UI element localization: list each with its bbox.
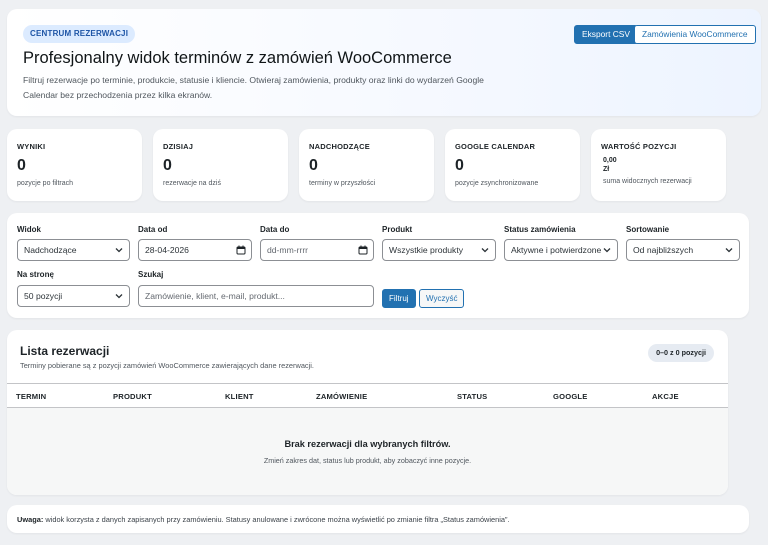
stat-value: 0,00 Zł — [603, 156, 617, 174]
stat-card-results: WYNIKI 0 pozycje po filtrach — [7, 129, 142, 201]
column-header-term[interactable]: TERMIN — [16, 392, 46, 401]
stat-sub: rezerwacje na dziś — [163, 180, 221, 187]
page-description: Filtruj rezerwacje po terminie, produkci… — [23, 75, 484, 100]
date-to-label: Data do — [260, 225, 290, 234]
sort-label: Sortowanie — [626, 225, 670, 234]
per-page-value: 50 pozycji — [24, 291, 63, 301]
order-status-select[interactable]: Aktywne i potwierdzone — [504, 239, 618, 261]
results-count-badge: 0–0 z 0 pozycji — [648, 344, 714, 362]
view-select-value: Nadchodzące — [24, 245, 77, 255]
order-status-label: Status zamówienia — [504, 225, 576, 234]
chevron-down-icon — [481, 248, 489, 253]
view-label: Widok — [17, 225, 41, 234]
sort-select-value: Od najbliższych — [633, 245, 694, 255]
stat-sub: pozycje zsynchronizowane — [455, 180, 539, 187]
stat-value-amount: 0,00 — [603, 157, 617, 164]
search-placeholder: Zamówienie, klient, e-mail, produkt... — [145, 291, 285, 301]
calendar-icon[interactable] — [236, 245, 246, 255]
view-select[interactable]: Nadchodzące — [17, 239, 130, 261]
column-header-actions: AKCJE — [652, 392, 679, 401]
stat-sub: pozycje po filtrach — [17, 180, 74, 187]
footer-note: Uwaga: widok korzysta z danych zapisanyc… — [7, 505, 749, 533]
stat-label: GOOGLE CALENDAR — [455, 142, 536, 151]
stat-label: NADCHODZĄCE — [309, 142, 370, 151]
empty-state-title: Brak rezerwacji dla wybranych filtrów. — [284, 439, 451, 449]
stat-value: 0 — [309, 157, 318, 174]
column-header-client[interactable]: KLIENT — [225, 392, 254, 401]
stat-value: 0 — [17, 157, 26, 174]
page-header: CENTRUM REZERWACJI Profesjonalny widok t… — [7, 9, 761, 116]
chevron-down-icon — [603, 248, 611, 253]
stat-card-google-calendar: GOOGLE CALENDAR 0 pozycje zsynchronizowa… — [445, 129, 580, 201]
table-header: TERMIN PRODUKT KLIENT ZAMÓWIENIE STATUS … — [7, 383, 728, 408]
filters-panel: Widok Nadchodzące Data od 28-04-2026 Dat… — [7, 213, 749, 318]
chevron-down-icon — [115, 294, 123, 299]
list-title: Lista rezerwacji — [20, 344, 110, 358]
stat-label: WYNIKI — [17, 142, 46, 151]
stat-value: 0 — [455, 157, 464, 174]
column-header-product[interactable]: PRODUKT — [113, 392, 152, 401]
date-from-input[interactable]: 28-04-2026 — [138, 239, 252, 261]
search-input[interactable]: Zamówienie, klient, e-mail, produkt... — [138, 285, 374, 307]
column-header-google[interactable]: GOOGLE — [553, 392, 588, 401]
product-select-value: Wszystkie produkty — [389, 245, 464, 255]
reservations-list: Lista rezerwacji Terminy pobierane są z … — [7, 330, 728, 495]
section-badge: CENTRUM REZERWACJI — [23, 25, 136, 43]
stat-label: DZISIAJ — [163, 142, 194, 151]
note-label: Uwaga: — [17, 515, 44, 524]
sort-select[interactable]: Od najbliższych — [626, 239, 740, 261]
note-text: Uwaga: widok korzysta z danych zapisanyc… — [17, 515, 510, 524]
page-title: Profesjonalny widok terminów z zamówień … — [23, 49, 452, 67]
stat-sub: suma widocznych rezerwacji — [603, 178, 692, 185]
empty-state-text: Zmień zakres dat, status lub produkt, ab… — [263, 456, 472, 465]
date-to-input[interactable]: dd-mm-rrrr — [260, 239, 374, 261]
woocommerce-orders-button[interactable]: Zamówienia WooCommerce — [634, 25, 756, 44]
column-header-order[interactable]: ZAMÓWIENIE — [316, 392, 367, 401]
date-from-label: Data od — [138, 225, 168, 234]
chevron-down-icon — [115, 248, 123, 253]
stat-label: WARTOŚĆ POZYCJI — [601, 142, 677, 151]
stat-card-today: DZISIAJ 0 rezerwacje na dziś — [153, 129, 288, 201]
search-label: Szukaj — [138, 270, 164, 279]
date-from-value: 28-04-2026 — [145, 245, 189, 255]
product-select[interactable]: Wszystkie produkty — [382, 239, 496, 261]
clear-filters-button[interactable]: Wyczyść — [419, 289, 465, 308]
stat-value-currency: Zł — [603, 166, 610, 173]
column-header-status[interactable]: STATUS — [457, 392, 487, 401]
stat-sub: terminy w przyszłości — [309, 180, 376, 187]
product-label: Produkt — [382, 225, 413, 234]
order-status-value: Aktywne i potwierdzone — [511, 245, 602, 255]
note-body: widok korzysta z danych zapisanych przy … — [43, 515, 510, 524]
list-description: Terminy pobierane są z pozycji zamówień … — [20, 361, 314, 370]
stat-value: 0 — [163, 157, 172, 174]
stat-card-items-value: WARTOŚĆ POZYCJI 0,00 Zł suma widocznych … — [591, 129, 726, 201]
export-csv-button[interactable]: Eksport CSV — [574, 25, 638, 44]
empty-state: Brak rezerwacji dla wybranych filtrów. Z… — [7, 408, 728, 495]
chevron-down-icon — [725, 248, 733, 253]
calendar-icon[interactable] — [358, 245, 368, 255]
per-page-label: Na stronę — [17, 270, 54, 279]
per-page-select[interactable]: 50 pozycji — [17, 285, 130, 307]
date-to-placeholder: dd-mm-rrrr — [267, 245, 309, 255]
filter-button[interactable]: Filtruj — [382, 289, 416, 308]
stat-card-upcoming: NADCHODZĄCE 0 terminy w przyszłości — [299, 129, 434, 201]
